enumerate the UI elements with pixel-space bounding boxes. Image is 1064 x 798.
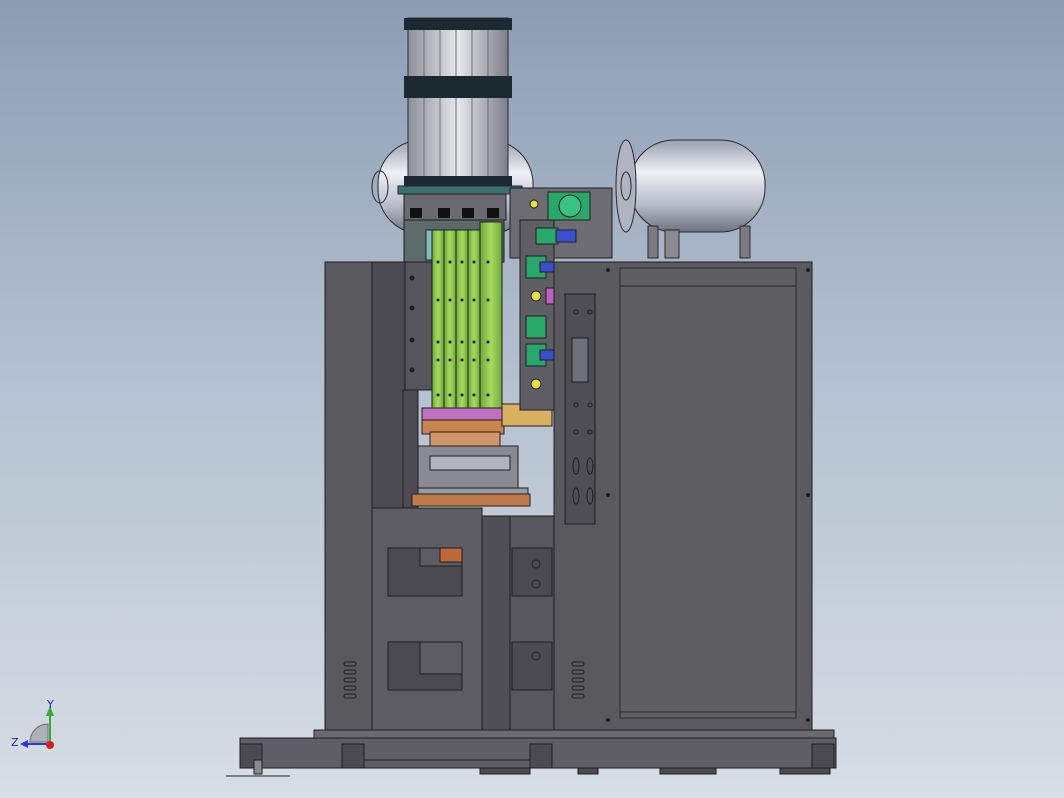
right-air-tank[interactable] (615, 139, 766, 259)
graphics-viewport[interactable]: Y Z (0, 0, 1064, 798)
lower-cabinet[interactable] (343, 507, 555, 731)
coordinate-axis-triad-icon (20, 706, 54, 749)
triad-y-label: Y (47, 698, 54, 711)
cylinder-column[interactable] (397, 17, 523, 195)
triad-z-label: Z (11, 736, 19, 749)
cad-model-view[interactable] (0, 0, 1064, 798)
bus-bars[interactable] (431, 221, 503, 413)
base-frame[interactable] (226, 729, 837, 777)
connector-block[interactable] (411, 403, 553, 507)
right-cabinet[interactable] (553, 261, 813, 731)
